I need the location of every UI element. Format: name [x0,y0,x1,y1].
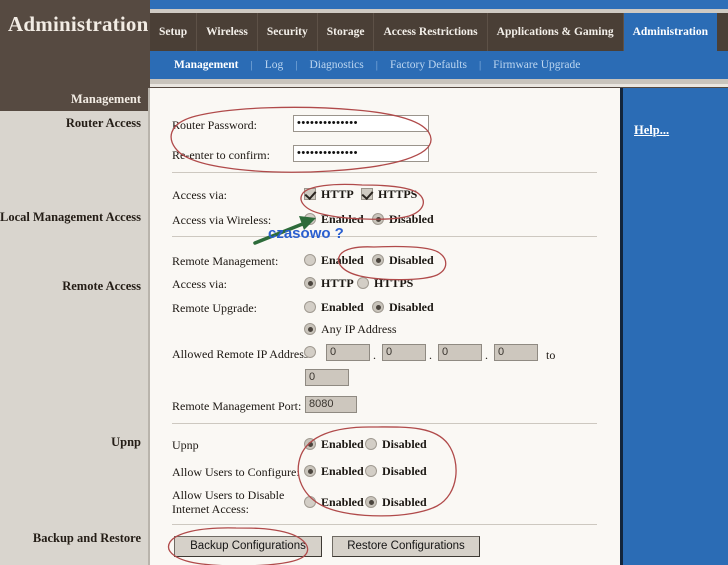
help-link[interactable]: Help... [634,123,669,138]
upnp-label: Upnp [172,438,199,453]
remote-management-port-label: Remote Management Port: [172,399,301,414]
allow-disable-disabled-radio[interactable] [365,496,377,508]
allowed-ip-octet-4[interactable]: 0 [494,344,538,361]
upnp-enabled-radio[interactable] [304,438,316,450]
tab-security[interactable]: Security [258,13,318,51]
sidebar-item-backup-restore: Backup and Restore [33,531,141,546]
settings-content-panel: Router Password: •••••••••••••• Re-enter… [150,88,608,565]
tab-wireless[interactable]: Wireless [197,13,258,51]
sub-tab-underline-light [150,84,728,87]
divider-after-upnp [172,524,597,525]
allow-users-disable-label-line2: Internet Access: [172,502,249,517]
ip-dot-1: . [373,348,376,363]
sidebar-item-upnp: Upnp [111,435,141,450]
allow-configure-disabled-radio[interactable] [365,465,377,477]
access-via-wireless-label: Access via Wireless: [172,213,271,228]
divider-after-router-access [172,172,597,173]
remote-upgrade-label: Remote Upgrade: [172,301,257,316]
allow-configure-enabled-radio[interactable] [304,465,316,477]
sidebar-item-router-access: Router Access [66,116,141,131]
allow-disable-enabled-label: Enabled [321,495,364,510]
tab-applications-gaming[interactable]: Applications & Gaming [488,13,624,51]
remote-management-enabled-label: Enabled [321,253,364,268]
upnp-disabled-radio[interactable] [365,438,377,450]
allow-configure-disabled-label: Disabled [382,464,427,479]
allow-configure-enabled-label: Enabled [321,464,364,479]
allow-users-disable-label-line1: Allow Users to Disable [172,488,284,503]
sub-tab-bar: Management | Log | Diagnostics | Factory… [150,51,728,79]
sidebar-item-local-management-access: Local Management Access [0,210,141,225]
http-checkbox[interactable] [304,188,316,200]
backup-configurations-button[interactable]: Backup Configurations [174,536,322,557]
page-title: Administration [8,12,158,37]
remote-upgrade-disabled-label: Disabled [389,300,434,315]
reenter-password-input[interactable]: •••••••••••••• [293,145,429,162]
remote-https-label: HTTPS [374,276,413,291]
subtab-diagnostics[interactable]: Diagnostics [299,59,373,71]
remote-http-radio[interactable] [304,277,316,289]
subtab-management[interactable]: Management [164,59,249,71]
top-accent-strip [150,0,728,9]
restore-configurations-button[interactable]: Restore Configurations [332,536,480,557]
ip-dot-2: . [429,348,432,363]
upnp-disabled-label: Disabled [382,437,427,452]
remote-management-disabled-radio[interactable] [372,254,384,266]
remote-access-via-label: Access via: [172,277,227,292]
divider-after-remote-access [172,423,597,424]
allowed-ip-range-end[interactable]: 0 [305,369,349,386]
subtab-firmware-upgrade[interactable]: Firmware Upgrade [483,59,590,71]
https-checkbox[interactable] [361,188,373,200]
wireless-enabled-radio[interactable] [304,213,316,225]
allowed-ip-to-label: to [546,348,555,363]
router-password-input[interactable]: •••••••••••••• [293,115,429,132]
access-via-label: Access via: [172,188,227,203]
allow-disable-enabled-radio[interactable] [304,496,316,508]
allowed-ip-octet-1[interactable]: 0 [326,344,370,361]
divider-after-local-management [172,236,597,237]
wireless-disabled-radio[interactable] [372,213,384,225]
remote-management-label: Remote Management: [172,254,278,269]
allow-users-configure-label: Allow Users to Configure: [172,465,300,480]
remote-management-port-input[interactable]: 8080 [305,396,357,413]
remote-upgrade-disabled-radio[interactable] [372,301,384,313]
tab-bar-filler [717,13,728,51]
help-panel-inner [620,88,728,565]
allowed-ip-octet-3[interactable]: 0 [438,344,482,361]
wireless-disabled-label: Disabled [389,212,434,227]
any-ip-address-label: Any IP Address [321,322,397,337]
router-password-label: Router Password: [172,118,257,133]
subtab-factory-defaults[interactable]: Factory Defaults [380,59,477,71]
allowed-ip-octet-2[interactable]: 0 [382,344,426,361]
remote-management-disabled-label: Disabled [389,253,434,268]
sidebar-title: Management [0,88,150,111]
ip-dot-3: . [485,348,488,363]
allowed-remote-ip-label: Allowed Remote IP Address: [172,347,312,362]
remote-upgrade-enabled-label: Enabled [321,300,364,315]
upnp-enabled-label: Enabled [321,437,364,452]
tab-administration[interactable]: Administration [624,13,717,51]
allowed-remote-ip-radio[interactable] [304,346,316,358]
remote-upgrade-enabled-radio[interactable] [304,301,316,313]
reenter-password-label: Re-enter to confirm: [172,148,270,163]
tab-access-restrictions[interactable]: Access Restrictions [374,13,487,51]
http-label: HTTP [321,187,354,202]
main-tab-bar: Setup Wireless Security Storage Access R… [150,13,728,51]
remote-http-label: HTTP [321,276,354,291]
remote-https-radio[interactable] [357,277,369,289]
help-panel: Help... [608,88,728,565]
https-label: HTTPS [378,187,417,202]
annotation-note-text: czasowo ? [268,225,344,242]
subtab-log[interactable]: Log [255,59,294,71]
section-label-sidebar: Management Router Access Local Managemen… [0,88,150,565]
allow-disable-disabled-label: Disabled [382,495,427,510]
sidebar-item-remote-access: Remote Access [62,279,141,294]
tab-storage[interactable]: Storage [318,13,375,51]
any-ip-address-radio[interactable] [304,323,316,335]
tab-setup[interactable]: Setup [150,13,197,51]
router-admin-page: Administration Setup Wireless Security S… [0,0,728,565]
remote-management-enabled-radio[interactable] [304,254,316,266]
